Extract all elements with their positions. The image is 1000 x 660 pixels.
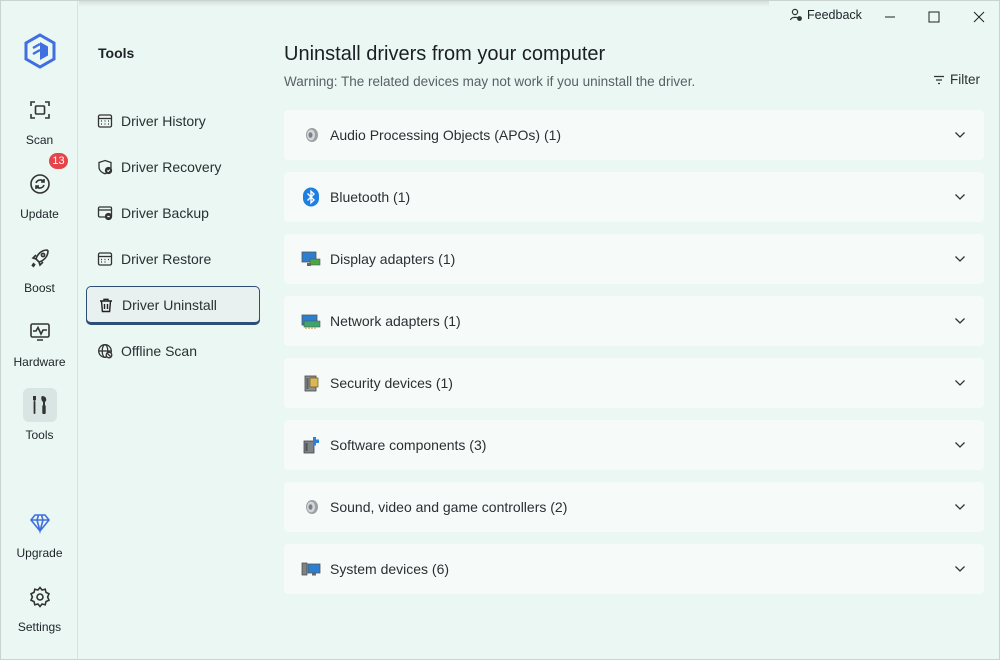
nav-upgrade[interactable]: Upgrade <box>1 506 78 572</box>
category-row-system-devices[interactable]: System devices (6) <box>284 544 984 594</box>
backup-icon <box>96 204 114 222</box>
filter-button[interactable]: Filter <box>933 72 980 87</box>
bluetooth-icon <box>301 187 321 207</box>
tool-driver-backup-label: Driver Backup <box>121 205 209 221</box>
category-row-sound-video-game[interactable]: Sound, video and game controllers (2) <box>284 482 984 532</box>
chevron-down-icon[interactable] <box>954 439 966 451</box>
chevron-down-icon[interactable] <box>954 129 966 141</box>
filter-label: Filter <box>950 72 980 87</box>
shield-check-icon <box>96 158 114 176</box>
nav-update[interactable]: Update <box>1 167 78 233</box>
tool-offline-scan[interactable]: Offline Scan <box>86 332 260 370</box>
nav-scan-label: Scan <box>25 133 54 147</box>
tool-driver-history-label: Driver History <box>121 113 206 129</box>
category-label: Display adapters (1) <box>330 251 456 267</box>
category-label: Sound, video and game controllers (2) <box>330 499 568 515</box>
tool-driver-history[interactable]: Driver History <box>86 102 260 140</box>
software-component-icon <box>301 435 321 455</box>
rocket-icon <box>23 241 57 275</box>
gear-icon <box>23 580 57 614</box>
tools-panel: Tools Driver History Driver Recovery Dri… <box>79 1 269 659</box>
main-content: Uninstall drivers from your computer War… <box>284 1 984 659</box>
trash-icon <box>97 296 115 314</box>
app-window: Feedback Scan Update 13 Boost Hardware T… <box>0 0 1000 660</box>
category-label: Network adapters (1) <box>330 313 461 329</box>
page-title: Uninstall drivers from your computer <box>284 43 606 65</box>
tool-driver-backup[interactable]: Driver Backup <box>86 194 260 232</box>
diamond-icon <box>23 506 57 540</box>
tool-driver-uninstall[interactable]: Driver Uninstall <box>86 286 260 324</box>
category-row-network-adapters[interactable]: Network adapters (1) <box>284 296 984 346</box>
category-label: Security devices (1) <box>330 375 453 391</box>
speaker-icon <box>301 125 321 145</box>
category-label: Audio Processing Objects (APOs) (1) <box>330 127 562 143</box>
category-label: System devices (6) <box>330 561 450 577</box>
nav-settings-label: Settings <box>17 620 62 634</box>
speaker-icon <box>301 497 321 517</box>
nav-update-label: Update <box>20 207 59 221</box>
nav-boost[interactable]: Boost <box>1 241 78 307</box>
nav-settings[interactable]: Settings <box>1 580 78 646</box>
category-label: Software components (3) <box>330 437 487 453</box>
category-row-apos[interactable]: Audio Processing Objects (APOs) (1) <box>284 110 984 160</box>
category-label: Bluetooth (1) <box>330 189 411 205</box>
filter-icon <box>934 75 944 84</box>
offline-globe-icon <box>96 342 114 360</box>
nav-hardware-label: Hardware <box>13 355 66 369</box>
chevron-down-icon[interactable] <box>954 563 966 575</box>
uninstall-warning: Warning: The related devices may not wor… <box>284 74 696 89</box>
category-row-display-adapters[interactable]: Display adapters (1) <box>284 234 984 284</box>
category-row-security-devices[interactable]: Security devices (1) <box>284 358 984 408</box>
network-adapter-icon <box>301 311 321 331</box>
update-count-badge: 13 <box>49 153 68 169</box>
chevron-down-icon[interactable] <box>954 191 966 203</box>
tool-driver-recovery-label: Driver Recovery <box>121 159 222 175</box>
chevron-down-icon[interactable] <box>954 315 966 327</box>
chevron-down-icon[interactable] <box>954 377 966 389</box>
tool-driver-recovery[interactable]: Driver Recovery <box>86 148 260 186</box>
main-nav-rail: Scan Update 13 Boost Hardware Tools Upgr… <box>1 1 78 659</box>
nav-boost-label: Boost <box>24 281 55 295</box>
calendar-icon <box>96 112 114 130</box>
nav-upgrade-label: Upgrade <box>16 546 63 560</box>
system-device-icon <box>301 559 321 579</box>
restore-icon <box>96 250 114 268</box>
nav-tools-label: Tools <box>25 428 54 442</box>
chevron-down-icon[interactable] <box>954 501 966 513</box>
tool-driver-uninstall-label: Driver Uninstall <box>122 296 217 313</box>
tools-icon <box>22 388 57 422</box>
tools-panel-title: Tools <box>98 45 135 61</box>
tool-offline-scan-label: Offline Scan <box>121 343 198 359</box>
category-row-software-components[interactable]: Software components (3) <box>284 420 984 470</box>
nav-tools[interactable]: Tools <box>1 388 78 454</box>
tool-driver-restore-label: Driver Restore <box>121 251 212 267</box>
security-device-icon <box>301 373 321 393</box>
chevron-down-icon[interactable] <box>954 253 966 265</box>
monitor-pulse-icon <box>23 315 57 349</box>
tool-driver-restore[interactable]: Driver Restore <box>86 240 260 278</box>
nav-scan[interactable]: Scan <box>1 93 78 159</box>
scan-icon <box>23 93 57 127</box>
nav-hardware[interactable]: Hardware <box>1 315 78 381</box>
display-adapter-icon <box>301 249 321 269</box>
app-logo <box>23 33 57 69</box>
category-row-bluetooth[interactable]: Bluetooth (1) <box>284 172 984 222</box>
refresh-icon <box>23 167 57 201</box>
